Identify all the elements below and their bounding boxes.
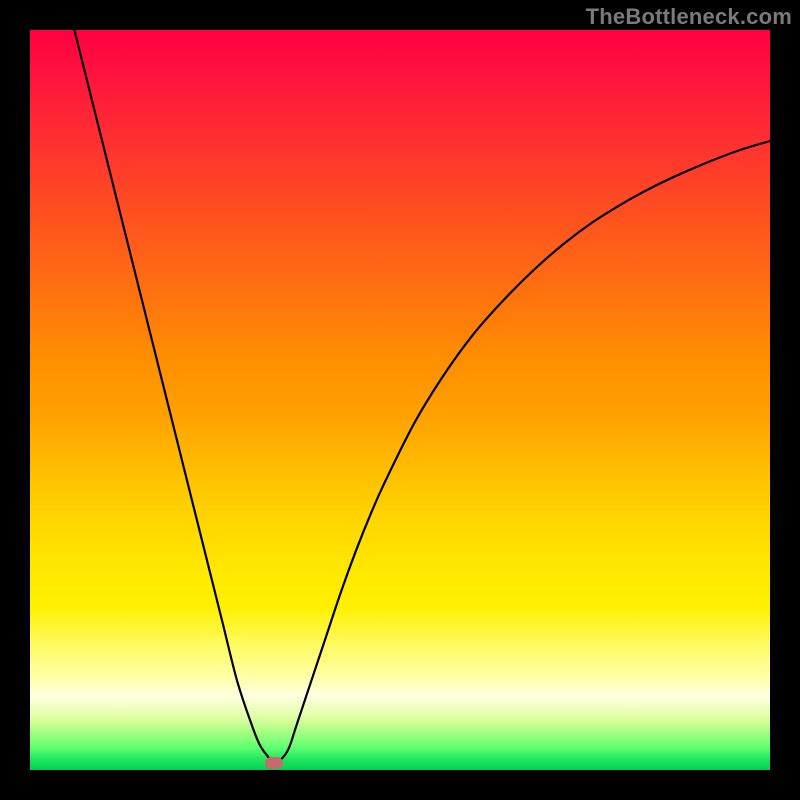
curve-svg bbox=[30, 30, 770, 770]
bottleneck-curve bbox=[74, 30, 770, 763]
watermark-text: TheBottleneck.com bbox=[586, 4, 792, 30]
chart-frame: TheBottleneck.com bbox=[0, 0, 800, 800]
plot-area bbox=[30, 30, 770, 770]
optimal-point-marker bbox=[265, 757, 283, 769]
